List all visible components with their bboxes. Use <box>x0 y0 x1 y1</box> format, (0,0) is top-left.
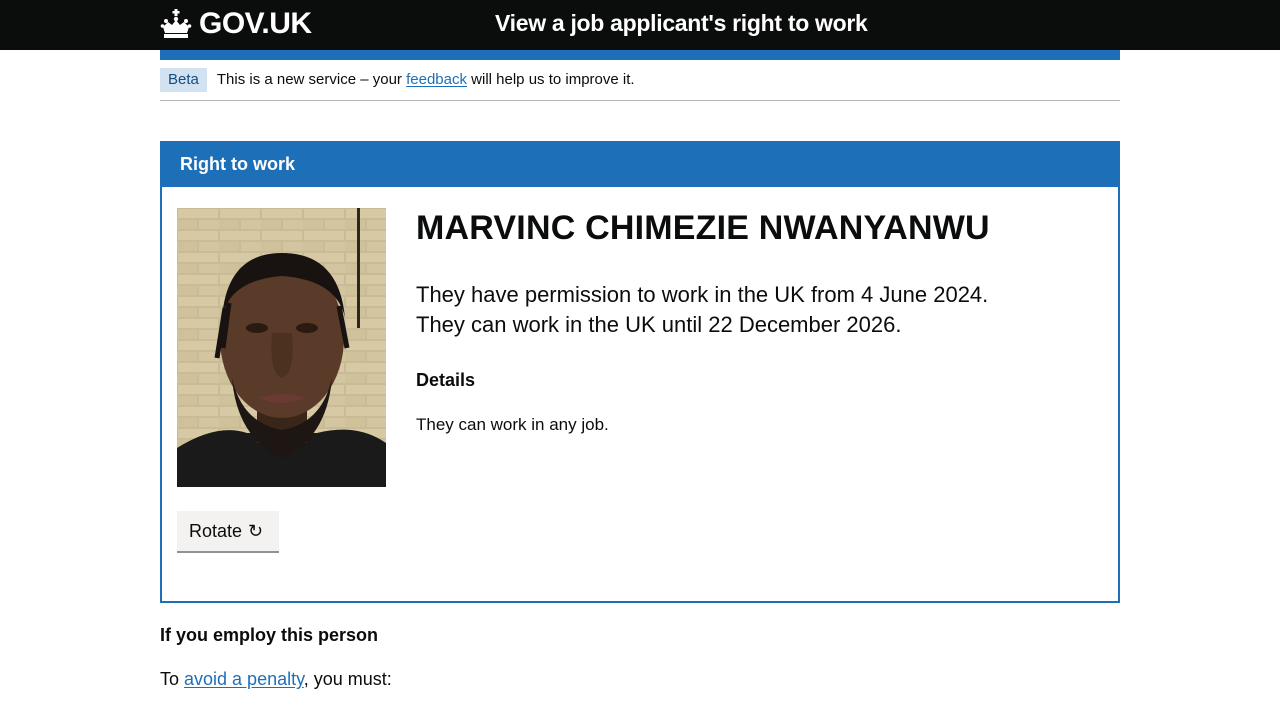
employ-text-before: To <box>160 669 185 689</box>
applicant-name: MARVINC CHIMEZIE NWANYANWU <box>416 209 990 247</box>
rotate-button[interactable]: Rotate ↻ <box>177 511 279 551</box>
govuk-logo-link[interactable]: GOV.UK <box>160 6 312 42</box>
applicant-photo-image <box>177 208 386 487</box>
employ-text-after: , you must: <box>303 669 392 689</box>
phase-text: This is a new service – your feedback wi… <box>217 68 635 92</box>
panel-title: Right to work <box>160 141 1120 187</box>
applicant-photo <box>177 208 386 487</box>
status-line-from: They have permission to work in the UK f… <box>416 282 989 307</box>
avoid-penalty-link[interactable]: avoid a penalty <box>184 669 304 689</box>
logo-text: GOV.UK <box>199 7 312 40</box>
details-heading: Details <box>416 370 476 390</box>
feedback-link[interactable]: feedback <box>406 71 467 88</box>
rotate-icon: ↻ <box>248 520 264 541</box>
phase-banner: Beta This is a new service – your feedba… <box>160 68 1120 101</box>
employ-text: To avoid a penalty, you must: <box>160 669 392 690</box>
header-blue-strip <box>160 50 1120 60</box>
employ-heading: If you employ this person <box>160 625 379 645</box>
service-name[interactable]: View a job applicant's right to work <box>495 10 868 37</box>
crown-icon <box>160 9 192 38</box>
phase-text-before: This is a new service – your <box>216 71 407 88</box>
phase-tag: Beta <box>160 68 207 92</box>
details-text: They can work in any job. <box>416 415 609 434</box>
site-header: GOV.UK View a job applicant's right to w… <box>0 0 1280 50</box>
status-line-until: They can work in the UK until 22 Decembe… <box>416 312 902 337</box>
right-to-work-panel: Right to work Rotate ↻ MARVINC CHIMEZIE … <box>160 141 1120 603</box>
work-status: They have permission to work in the UK f… <box>416 280 1096 340</box>
rotate-label: Rotate <box>189 520 243 541</box>
phase-text-after: will help us to improve it. <box>467 71 635 88</box>
